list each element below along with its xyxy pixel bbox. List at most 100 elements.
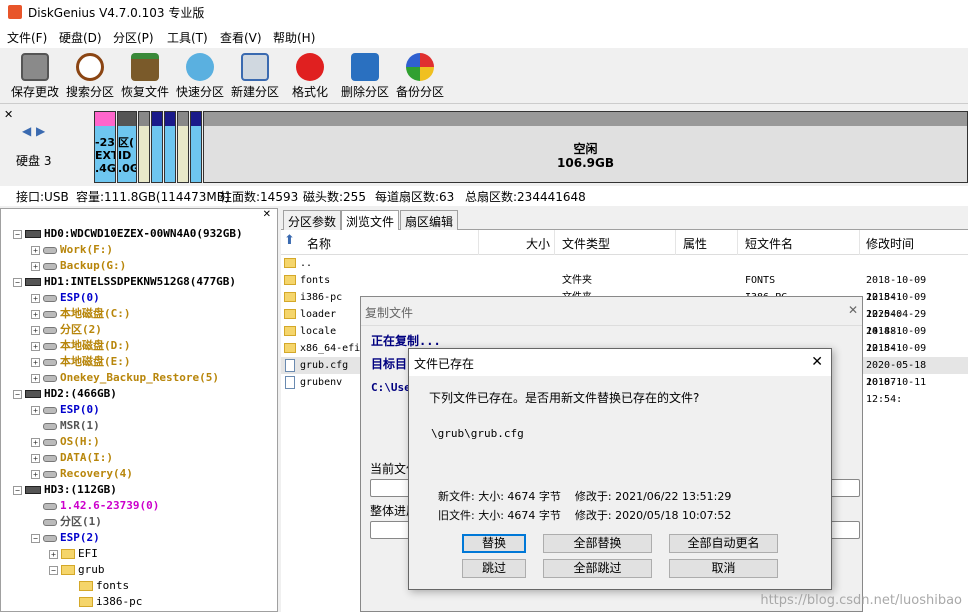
tree-item[interactable]: + ESP(0) xyxy=(31,402,100,418)
file-row[interactable]: fonts 文件夹 FONTS 2018-10-09 12:54: xyxy=(281,272,968,303)
tree-item[interactable]: + 本地磁盘(D:) xyxy=(31,338,131,354)
backup-partition-button[interactable]: 备份分区 xyxy=(392,50,448,102)
new-partition-button[interactable]: 新建分区 xyxy=(227,50,283,102)
expand-toggle-icon[interactable]: − xyxy=(13,485,22,495)
partition-seg-1[interactable]: -23 EXT3 .4G xyxy=(94,111,116,183)
expand-toggle-icon[interactable]: + xyxy=(31,357,40,367)
up-folder-icon[interactable]: ⬆ xyxy=(284,233,295,248)
col-attr[interactable]: 属性 xyxy=(683,235,707,252)
menu-tools[interactable]: 工具(T) xyxy=(167,29,208,46)
expand-toggle-icon[interactable]: + xyxy=(31,437,40,447)
tree-item[interactable]: − HD0:WDCWD10EZEX-00WN4A0(932GB) xyxy=(13,226,243,242)
expand-toggle-icon[interactable]: − xyxy=(13,277,22,287)
exists-dialog-close-icon[interactable]: ✕ xyxy=(811,354,823,370)
file-name: loader xyxy=(300,309,337,320)
expand-toggle-icon[interactable]: + xyxy=(31,309,40,319)
search-partition-button[interactable]: 搜索分区 xyxy=(62,50,118,102)
expand-toggle-icon[interactable]: + xyxy=(49,549,58,559)
next-disk-icon[interactable]: ▶ xyxy=(36,124,45,138)
tab-browse-files[interactable]: 浏览文件 xyxy=(341,210,400,231)
expand-toggle-icon[interactable]: + xyxy=(31,373,40,383)
expand-toggle-icon[interactable]: + xyxy=(31,469,40,479)
tree-item[interactable]: + Backup(G:) xyxy=(31,258,126,274)
expand-toggle-icon[interactable]: + xyxy=(31,245,40,255)
tab-partition-params[interactable]: 分区参数 xyxy=(283,210,342,230)
skip-button[interactable]: 跳过 xyxy=(462,559,526,578)
expand-toggle-icon[interactable]: + xyxy=(31,405,40,415)
menu-help[interactable]: 帮助(H) xyxy=(273,29,315,46)
expand-toggle-icon[interactable]: + xyxy=(31,293,40,303)
expand-toggle-icon[interactable]: + xyxy=(31,453,40,463)
tree-item[interactable]: + EFI xyxy=(49,546,98,562)
expand-toggle-icon[interactable]: + xyxy=(31,325,40,335)
auto-rename-all-button[interactable]: 全部自动更名 xyxy=(669,534,778,553)
col-type[interactable]: 文件类型 xyxy=(562,235,610,252)
tree-item[interactable]: + ESP(0) xyxy=(31,290,100,306)
tree-item[interactable]: 分区(1) xyxy=(31,514,102,530)
seg2-line2: ID xyxy=(118,149,132,162)
tree-item[interactable]: 1.42.6-23739(0) xyxy=(31,498,159,514)
backup-partition-label: 备份分区 xyxy=(395,85,444,99)
tree-item[interactable]: − HD2:(466GB) xyxy=(13,386,117,402)
col-name[interactable]: 名称 xyxy=(307,235,331,252)
menu-view[interactable]: 查看(V) xyxy=(220,29,262,46)
expand-toggle-icon[interactable]: − xyxy=(49,565,58,575)
quick-partition-button[interactable]: 快速分区 xyxy=(172,50,228,102)
tree-item[interactable]: + Onekey_Backup_Restore(5) xyxy=(31,370,219,386)
tree-item-label: grub xyxy=(78,563,105,576)
replace-all-button[interactable]: 全部替换 xyxy=(543,534,652,553)
tree-item[interactable]: i386-pc xyxy=(67,594,142,610)
app-logo-icon xyxy=(8,5,22,19)
tree-item[interactable]: + 本地磁盘(C:) xyxy=(31,306,131,322)
tree-item[interactable]: + OS(H:) xyxy=(31,434,100,450)
tree-item-label: HD3:(112GB) xyxy=(44,483,117,496)
tree-item[interactable]: − HD3:(112GB) xyxy=(13,482,117,498)
cancel-button[interactable]: 取消 xyxy=(669,559,778,578)
capacity-info: 容量:111.8GB(114473MB) xyxy=(76,190,230,204)
tree-item[interactable]: MSR(1) xyxy=(31,418,100,434)
copy-dialog-close-icon[interactable]: ✕ xyxy=(848,303,858,317)
exists-dialog-title: 文件已存在 xyxy=(414,357,475,371)
existing-file-path: \grub\grub.cfg xyxy=(431,427,524,440)
tree-item[interactable]: − ESP(2) xyxy=(31,530,100,546)
file-row[interactable]: .. xyxy=(281,255,968,272)
col-modified[interactable]: 修改时间 xyxy=(866,235,914,252)
format-button[interactable]: 格式化 xyxy=(282,50,338,102)
save-changes-button[interactable]: 保存更改 xyxy=(7,50,63,102)
tree-item[interactable]: − grub xyxy=(49,562,105,578)
close-panel-icon[interactable]: ✕ xyxy=(4,108,13,121)
tree-item-label: EFI xyxy=(78,547,98,560)
expand-toggle-icon[interactable]: − xyxy=(13,229,22,239)
skip-all-button[interactable]: 全部跳过 xyxy=(543,559,652,578)
delete-partition-label: 删除分区 xyxy=(340,85,389,99)
close-tree-icon[interactable]: ✕ xyxy=(263,209,271,220)
expand-toggle-icon[interactable]: + xyxy=(31,341,40,351)
recover-files-button[interactable]: 恢复文件 xyxy=(117,50,173,102)
tree-item[interactable]: + Recovery(4) xyxy=(31,466,133,482)
tab-sector-edit[interactable]: 扇区编辑 xyxy=(400,210,459,230)
expand-toggle-icon[interactable]: + xyxy=(31,261,40,271)
partition-seg-3[interactable] xyxy=(138,111,150,183)
tree-item[interactable]: fonts xyxy=(67,578,129,594)
menu-partition[interactable]: 分区(P) xyxy=(113,29,154,46)
col-size[interactable]: 大小 xyxy=(526,235,550,252)
tree-item[interactable]: + Work(F:) xyxy=(31,242,113,258)
prev-disk-icon[interactable]: ◀ xyxy=(22,124,31,138)
menu-file[interactable]: 文件(F) xyxy=(7,29,47,46)
partition-seg-2[interactable]: 区( ID .0G xyxy=(117,111,137,183)
tree-item[interactable]: − HD1:INTELSSDPEKNW512G8(477GB) xyxy=(13,274,236,290)
partition-seg-5[interactable] xyxy=(164,111,176,183)
col-shortname[interactable]: 短文件名 xyxy=(745,235,793,252)
menu-disk[interactable]: 硬盘(D) xyxy=(59,29,102,46)
partition-seg-6[interactable] xyxy=(177,111,189,183)
free-space-seg[interactable]: 空闲 106.9GB xyxy=(203,111,968,183)
tree-item[interactable]: + 本地磁盘(E:) xyxy=(31,354,131,370)
expand-toggle-icon[interactable]: − xyxy=(13,389,22,399)
replace-button[interactable]: 替换 xyxy=(462,534,526,553)
partition-seg-7[interactable] xyxy=(190,111,202,183)
partition-seg-4[interactable] xyxy=(151,111,163,183)
expand-toggle-icon[interactable]: − xyxy=(31,533,40,543)
tree-item[interactable]: + 分区(2) xyxy=(31,322,102,338)
delete-partition-button[interactable]: 删除分区 xyxy=(337,50,393,102)
tree-item[interactable]: + DATA(I:) xyxy=(31,450,113,466)
